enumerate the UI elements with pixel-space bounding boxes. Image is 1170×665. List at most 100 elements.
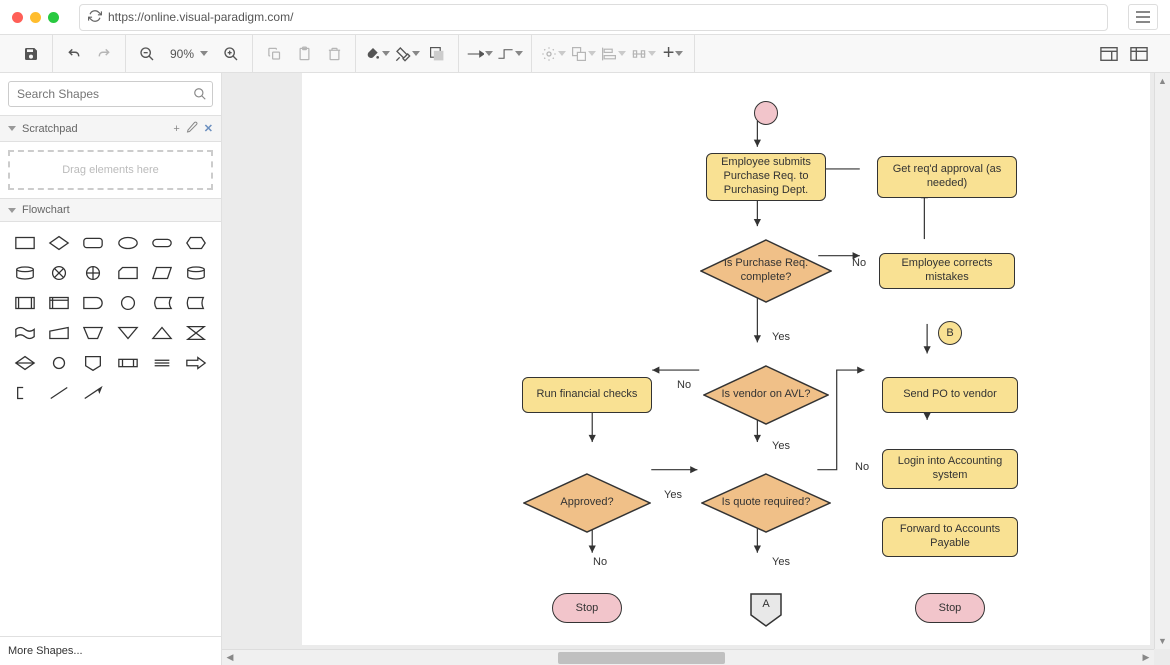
- zoom-out-button[interactable]: [134, 41, 160, 67]
- scratchpad-panel-header[interactable]: Scratchpad + ✕: [0, 115, 221, 142]
- shape-tape[interactable]: [10, 320, 40, 346]
- scratchpad-dropzone[interactable]: Drag elements here: [8, 150, 213, 190]
- close-window-icon[interactable]: [12, 12, 23, 23]
- shape-parallelogram[interactable]: [147, 260, 177, 286]
- search-shapes-input[interactable]: [8, 81, 213, 107]
- node-stop-left[interactable]: Stop: [552, 593, 622, 623]
- shape-delay[interactable]: [78, 290, 108, 316]
- node-stop-right[interactable]: Stop: [915, 593, 985, 623]
- align-button[interactable]: [600, 41, 626, 67]
- shape-arrow-right[interactable]: [181, 350, 211, 376]
- shape-cylinder-top[interactable]: [10, 260, 40, 286]
- shape-card[interactable]: [112, 260, 142, 286]
- minimize-window-icon[interactable]: [30, 12, 41, 23]
- shape-triangle-up[interactable]: [147, 320, 177, 346]
- node-start[interactable]: [754, 101, 778, 125]
- reload-icon[interactable]: [88, 9, 102, 26]
- outline-panel-toggle[interactable]: [1126, 41, 1152, 67]
- node-send-po[interactable]: Send PO to vendor: [882, 377, 1018, 413]
- scroll-left-icon[interactable]: ◀: [222, 650, 238, 665]
- shape-transfer[interactable]: [147, 350, 177, 376]
- hamburger-menu-button[interactable]: [1128, 4, 1158, 30]
- node-is-complete[interactable]: Is Purchase Req. complete?: [700, 239, 832, 303]
- node-submit[interactable]: Employee submits Purchase Req. to Purcha…: [706, 153, 826, 201]
- shape-small-circle[interactable]: [44, 350, 74, 376]
- shape-circle-x[interactable]: [44, 260, 74, 286]
- add-icon[interactable]: +: [173, 123, 179, 135]
- shape-trapezoid-down[interactable]: [78, 320, 108, 346]
- shadow-button[interactable]: [424, 41, 450, 67]
- shape-triangle-down[interactable]: [112, 320, 142, 346]
- edge-label-yes: Yes: [772, 556, 790, 568]
- node-forward[interactable]: Forward to Accounts Payable: [882, 517, 1018, 557]
- shape-arrow-line[interactable]: [78, 380, 108, 406]
- shape-capsule[interactable]: [147, 230, 177, 256]
- node-connector-a[interactable]: A: [750, 593, 782, 627]
- scrollbar-thumb[interactable]: [558, 652, 726, 664]
- shape-rectangle[interactable]: [10, 230, 40, 256]
- copy-button[interactable]: [261, 41, 287, 67]
- save-button[interactable]: [18, 41, 44, 67]
- shape-circle[interactable]: [112, 290, 142, 316]
- shape-hexagon[interactable]: [181, 230, 211, 256]
- undo-button[interactable]: [61, 41, 87, 67]
- connection-style-button[interactable]: [467, 41, 493, 67]
- shape-sort[interactable]: [10, 350, 40, 376]
- window-controls: [12, 12, 59, 23]
- chevron-down-icon: [200, 51, 208, 56]
- shape-stored-data[interactable]: [181, 290, 211, 316]
- node-login[interactable]: Login into Accounting system: [882, 449, 1018, 489]
- line-color-button[interactable]: [394, 41, 420, 67]
- node-run-checks[interactable]: Run financial checks: [522, 377, 652, 413]
- shape-cylinder-side[interactable]: [181, 260, 211, 286]
- url-bar[interactable]: https://online.visual-paradigm.com/: [79, 4, 1108, 31]
- redo-button[interactable]: [91, 41, 117, 67]
- shape-process-bar[interactable]: [112, 350, 142, 376]
- close-icon[interactable]: ✕: [204, 122, 213, 135]
- shape-ellipse[interactable]: [112, 230, 142, 256]
- maximize-window-icon[interactable]: [48, 12, 59, 23]
- waypoint-style-button[interactable]: [497, 41, 523, 67]
- horizontal-scrollbar[interactable]: ◀ ▶: [222, 649, 1154, 665]
- scratchpad-hint: Drag elements here: [62, 164, 159, 176]
- shape-palette: [0, 222, 221, 414]
- fill-color-button[interactable]: [364, 41, 390, 67]
- shape-circle-plus[interactable]: [78, 260, 108, 286]
- shape-internal-storage[interactable]: [44, 290, 74, 316]
- shape-subroutine[interactable]: [10, 290, 40, 316]
- shape-stored-left[interactable]: [147, 290, 177, 316]
- paste-button[interactable]: [291, 41, 317, 67]
- to-front-button[interactable]: [570, 41, 596, 67]
- zoom-level-dropdown[interactable]: 90%: [164, 47, 214, 61]
- edit-style-button[interactable]: [540, 41, 566, 67]
- delete-button[interactable]: [321, 41, 347, 67]
- node-connector-b[interactable]: B: [938, 321, 962, 345]
- node-is-quote[interactable]: Is quote required?: [701, 473, 831, 533]
- shape-hourglass[interactable]: [181, 320, 211, 346]
- scroll-down-icon[interactable]: ▼: [1155, 633, 1170, 649]
- node-get-approval[interactable]: Get req'd approval (as needed): [877, 156, 1017, 198]
- vertical-scrollbar[interactable]: ▲ ▼: [1154, 73, 1170, 649]
- flowchart-panel-header[interactable]: Flowchart: [0, 198, 221, 222]
- search-icon[interactable]: [193, 87, 207, 104]
- distribute-button[interactable]: [630, 41, 656, 67]
- format-panel-toggle[interactable]: [1096, 41, 1122, 67]
- edit-icon[interactable]: [186, 121, 198, 136]
- scroll-right-icon[interactable]: ▶: [1138, 650, 1154, 665]
- node-correct-mistakes[interactable]: Employee corrects mistakes: [879, 253, 1015, 289]
- diagram-canvas[interactable]: Employee submits Purchase Req. to Purcha…: [222, 73, 1170, 665]
- more-shapes-link[interactable]: More Shapes...: [0, 636, 221, 665]
- zoom-in-button[interactable]: [218, 41, 244, 67]
- shape-offpage[interactable]: [78, 350, 108, 376]
- edge-label-no: No: [593, 556, 607, 568]
- shape-rounded-rect[interactable]: [78, 230, 108, 256]
- shape-line[interactable]: [44, 380, 74, 406]
- zoom-value: 90%: [170, 47, 194, 61]
- shape-diamond[interactable]: [44, 230, 74, 256]
- insert-button[interactable]: +: [660, 41, 686, 67]
- shape-annotation[interactable]: [10, 380, 40, 406]
- node-is-avl[interactable]: Is vendor on AVL?: [703, 365, 829, 425]
- node-approved[interactable]: Approved?: [523, 473, 651, 533]
- scroll-up-icon[interactable]: ▲: [1155, 73, 1170, 89]
- shape-manual-input[interactable]: [44, 320, 74, 346]
